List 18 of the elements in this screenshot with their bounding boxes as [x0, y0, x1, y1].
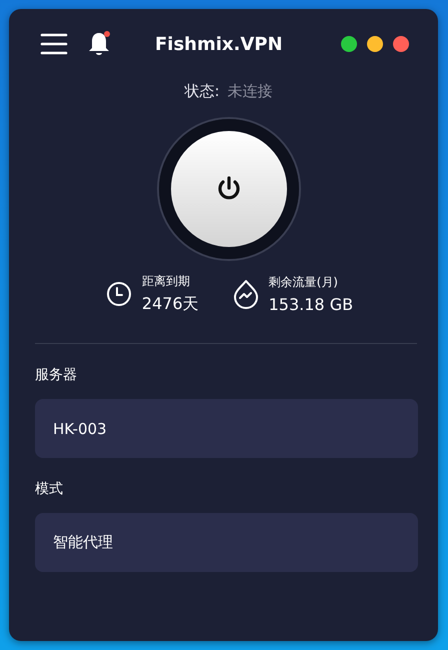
status-value: 未连接 — [228, 82, 273, 101]
window-control[interactable] — [393, 36, 409, 52]
stat-label: 距离到期 — [142, 273, 191, 290]
bell-icon[interactable] — [87, 30, 113, 58]
stat-value: 2476天 — [142, 294, 199, 315]
field-label: 服务器 — [35, 366, 77, 384]
select-field[interactable]: 智能代理 — [35, 513, 418, 572]
field-label: 模式 — [35, 480, 63, 498]
stat-label: 剩余流量(月) — [268, 274, 339, 291]
clock-icon — [106, 281, 132, 307]
droplet-icon — [232, 279, 259, 309]
stat-value: 153.18 GB — [268, 295, 354, 314]
window-title: Fishmix.VPN — [155, 34, 284, 54]
menu-icon[interactable] — [40, 32, 68, 56]
window-control[interactable] — [367, 36, 383, 52]
status-label: 状态: — [184, 82, 220, 101]
window-control[interactable] — [341, 36, 357, 52]
select-field[interactable]: HK-003 — [35, 399, 418, 458]
